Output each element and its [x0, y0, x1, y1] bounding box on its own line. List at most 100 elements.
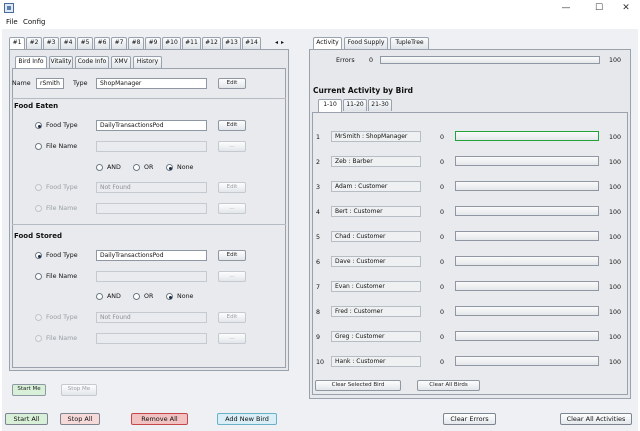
food-stored-edit-button[interactable]: Edit	[218, 250, 246, 261]
food-eaten-browse2-button[interactable]: ...	[218, 203, 246, 214]
name-field[interactable]: rSmith	[36, 78, 64, 89]
bird-tab-6[interactable]: #6	[94, 37, 110, 49]
food-stored-file-name-field[interactable]	[96, 271, 207, 282]
food-stored-food-type-field[interactable]: DailyTransactionsPod	[96, 250, 207, 261]
tab-scroll-right-icon[interactable]: ▸	[281, 39, 284, 46]
food-eaten-edit-button[interactable]: Edit	[218, 120, 246, 131]
clear-errors-button[interactable]: Clear Errors	[443, 413, 496, 425]
tab-scroll-left-icon[interactable]: ◂	[275, 39, 278, 46]
activity-row-number: 7	[316, 284, 321, 291]
errors-progress-bar	[380, 56, 600, 64]
remove-all-button[interactable]: Remove All	[131, 413, 188, 425]
sub-tab-history[interactable]: History	[133, 56, 162, 68]
food-eaten-file-name-radio[interactable]	[35, 143, 42, 150]
activity-row-max: 100	[609, 159, 622, 166]
food-eaten-food-type-field[interactable]: DailyTransactionsPod	[96, 120, 207, 131]
activity-row-min: 0	[440, 159, 445, 166]
activity-row-progress-bar	[455, 256, 599, 266]
close-button[interactable]: ✕	[612, 2, 640, 15]
range-tab-11-20[interactable]: 11-20	[343, 99, 367, 111]
food-stored-food-type2-field[interactable]: Not Found	[96, 312, 207, 323]
activity-row-min: 0	[440, 359, 445, 366]
start-me-button[interactable]: Start Me	[12, 384, 46, 396]
food-eaten-edit2-button[interactable]: Edit	[218, 182, 246, 193]
food-stored-none-radio[interactable]	[166, 293, 173, 300]
maximize-button[interactable]: ☐	[585, 2, 613, 15]
menu-file[interactable]: File	[6, 18, 18, 26]
bird-tab-3[interactable]: #3	[43, 37, 59, 49]
clear-selected-bird-button[interactable]: Clear Selected Bird	[315, 380, 401, 391]
sub-tab-vitality[interactable]: Vitality	[49, 56, 73, 68]
errors-max: 100	[609, 57, 622, 64]
food-eaten-file-name2-field[interactable]	[96, 203, 207, 214]
food-eaten-or-radio[interactable]	[133, 164, 140, 171]
activity-row-bird-name[interactable]: Greg : Customer	[331, 331, 421, 342]
activity-row-bird-name[interactable]: Bert : Customer	[331, 206, 421, 217]
activity-row-bird-name[interactable]: Dave : Customer	[331, 256, 421, 267]
activity-row-bird-name[interactable]: MrSmith : ShopManager	[331, 131, 421, 142]
clear-all-birds-button[interactable]: Clear All Birds	[417, 380, 480, 391]
sub-tab-xmv[interactable]: XMV	[111, 56, 131, 68]
food-eaten-file-name-field[interactable]	[96, 141, 207, 152]
food-stored-food-type2-radio[interactable]	[35, 314, 42, 321]
activity-row-bird-name[interactable]: Zeb : Barber	[331, 156, 421, 167]
food-stored-edit2-button[interactable]: Edit	[218, 312, 246, 323]
bird-tab-4[interactable]: #4	[60, 37, 76, 49]
food-stored-file-name2-field[interactable]	[96, 333, 207, 344]
bird-tab-12[interactable]: #12	[202, 37, 221, 49]
food-stored-file-name-radio[interactable]	[35, 273, 42, 280]
food-eaten-file-name-label: File Name	[46, 143, 78, 150]
food-eaten-food-type2-label: Food Type	[46, 184, 78, 191]
food-eaten-food-type-radio[interactable]	[35, 122, 42, 129]
food-stored-and-radio[interactable]	[96, 293, 103, 300]
activity-row-number: 5	[316, 234, 321, 241]
add-new-bird-button[interactable]: Add New Bird	[217, 413, 277, 425]
activity-row-min: 0	[440, 309, 445, 316]
food-stored-food-type-radio[interactable]	[35, 252, 42, 259]
food-eaten-file-name2-radio[interactable]	[35, 205, 42, 212]
activity-row-bird-name[interactable]: Hank : Customer	[331, 356, 421, 367]
food-eaten-food-type-label: Food Type	[46, 122, 78, 129]
range-tab-1-10[interactable]: 1-10	[318, 99, 342, 112]
activity-row-progress-bar	[455, 156, 599, 166]
menu-config[interactable]: Config	[23, 18, 45, 26]
food-eaten-none-label: None	[177, 164, 194, 171]
activity-row-max: 100	[609, 184, 622, 191]
food-stored-file-name2-radio[interactable]	[35, 335, 42, 342]
range-tab-21-30[interactable]: 21-30	[368, 99, 392, 111]
clear-all-activities-button[interactable]: Clear All Activities	[560, 413, 632, 425]
stop-me-button[interactable]: Stop Me	[61, 384, 97, 396]
activity-row-bird-name[interactable]: Chad : Customer	[331, 231, 421, 242]
bird-tab-8[interactable]: #8	[128, 37, 144, 49]
activity-row-bird-name[interactable]: Evan : Customer	[331, 281, 421, 292]
food-eaten-and-radio[interactable]	[96, 164, 103, 171]
right-tab-tupletree[interactable]: TupleTree	[390, 37, 429, 49]
food-eaten-food-type2-radio[interactable]	[35, 184, 42, 191]
food-eaten-food-type2-field[interactable]: Not Found	[96, 182, 207, 193]
activity-row-bird-name[interactable]: Fred : Customer	[331, 306, 421, 317]
bird-tab-11[interactable]: #11	[182, 37, 201, 49]
food-stored-browse2-button[interactable]: ...	[218, 333, 246, 344]
menu-bar: File Config	[0, 17, 640, 29]
bird-tab-13[interactable]: #13	[222, 37, 241, 49]
food-eaten-none-radio[interactable]	[166, 164, 173, 171]
stop-all-button[interactable]: Stop All	[60, 413, 100, 425]
bird-tab-5[interactable]: #5	[77, 37, 93, 49]
type-edit-button[interactable]: Edit	[218, 78, 246, 89]
minimize-button[interactable]: —	[552, 2, 580, 15]
start-all-button[interactable]: Start All	[5, 413, 48, 425]
food-stored-or-radio[interactable]	[133, 293, 140, 300]
activity-row-number: 4	[316, 209, 321, 216]
bird-tab-7[interactable]: #7	[111, 37, 127, 49]
activity-row-bird-name[interactable]: Adam : Customer	[331, 181, 421, 192]
right-tab-food-supply[interactable]: Food Supply	[344, 37, 388, 49]
bird-tab-9[interactable]: #9	[145, 37, 161, 49]
sub-tab-code-info[interactable]: Code Info	[75, 56, 109, 68]
title-bar: — ☐ ✕	[0, 0, 640, 17]
bird-tab-14[interactable]: #14	[242, 37, 261, 49]
type-field[interactable]: ShopManager	[96, 78, 207, 89]
food-stored-browse-button[interactable]: ...	[218, 271, 246, 282]
bird-tab-10[interactable]: #10	[162, 37, 181, 49]
bird-tab-2[interactable]: #2	[26, 37, 42, 49]
food-eaten-browse-button[interactable]: ...	[218, 141, 246, 152]
